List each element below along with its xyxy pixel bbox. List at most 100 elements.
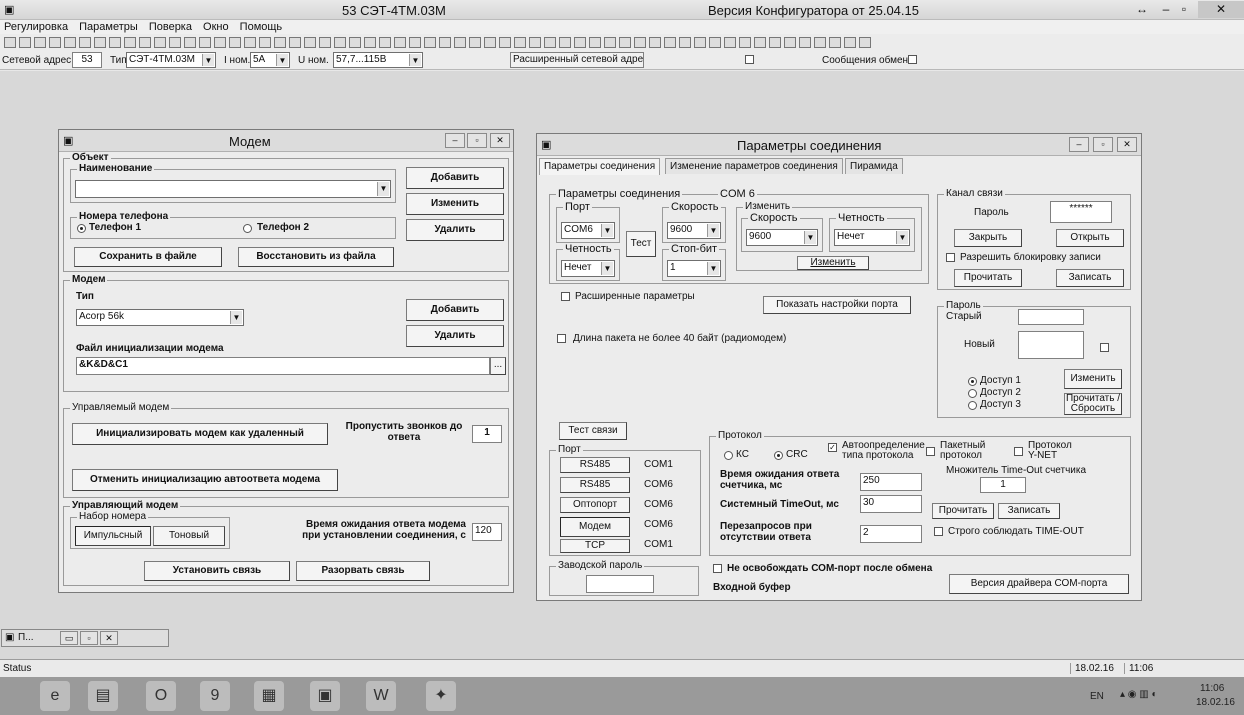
- init-remote-button[interactable]: Инициализировать модем как удаленный: [72, 423, 328, 445]
- toolbar-tool-icon[interactable]: [709, 36, 721, 48]
- maximize-icon[interactable]: ▫: [1093, 137, 1113, 152]
- tray-icons[interactable]: ▴ ◉ ▥ ◐: [1120, 689, 1158, 700]
- modem-type-select[interactable]: Acorp 56k ▼: [76, 309, 244, 326]
- change-button[interactable]: Изменить: [406, 193, 504, 215]
- port-rs485-1-button[interactable]: RS485: [560, 457, 630, 473]
- toolbar-tool-icon[interactable]: [559, 36, 571, 48]
- change-password-button[interactable]: Изменить: [1064, 369, 1122, 389]
- toolbar-tool-icon[interactable]: [634, 36, 646, 48]
- toolbar-tool-icon[interactable]: [694, 36, 706, 48]
- toolbar-tool-icon[interactable]: [49, 36, 61, 48]
- configurator-icon[interactable]: ✦: [426, 681, 456, 711]
- port-rs485-2-button[interactable]: RS485: [560, 477, 630, 493]
- old-password-field[interactable]: [1018, 309, 1084, 325]
- init-file-field[interactable]: &K&D&C1: [76, 357, 490, 375]
- tab-pyramid[interactable]: Пирамида: [845, 158, 903, 174]
- maximize-icon[interactable]: ▫: [80, 631, 98, 645]
- toolbar-tool-icon[interactable]: [109, 36, 121, 48]
- toolbar-tool-icon[interactable]: [769, 36, 781, 48]
- toolbar-tool-icon[interactable]: [844, 36, 856, 48]
- channel-open-button[interactable]: Открыть: [1056, 229, 1124, 247]
- ie-icon[interactable]: e: [40, 681, 70, 711]
- toolbar-tool-icon[interactable]: [259, 36, 271, 48]
- ext-address-button[interactable]: Расширенный сетевой адрес: [510, 52, 644, 68]
- pulse-button[interactable]: Импульсный: [75, 526, 151, 546]
- toolbar-tool-icon[interactable]: [139, 36, 151, 48]
- menu-item-window[interactable]: Окно: [199, 20, 233, 34]
- channel-read-button[interactable]: Прочитать: [954, 269, 1022, 287]
- tone-button[interactable]: Тоновый: [153, 526, 225, 546]
- ch-parity-select[interactable]: Нечет ▼: [834, 229, 910, 246]
- toolbar-tool-icon[interactable]: [124, 36, 136, 48]
- net-address-field[interactable]: 53: [72, 52, 102, 68]
- read-reset-button[interactable]: Прочитать / Сбросить: [1064, 393, 1122, 415]
- toolbar-tool-icon[interactable]: [619, 36, 631, 48]
- close-icon[interactable]: ✕: [490, 133, 510, 148]
- toolbar-tool-icon[interactable]: [604, 36, 616, 48]
- toolbar-tool-icon[interactable]: [514, 36, 526, 48]
- file-explorer-icon[interactable]: ▤: [88, 681, 118, 711]
- disconnect-button[interactable]: Разорвать связь: [296, 561, 430, 581]
- modem-add-button[interactable]: Добавить: [406, 299, 504, 321]
- skip-rings-field[interactable]: 1: [472, 425, 502, 443]
- channel-password-field[interactable]: ******: [1050, 201, 1112, 223]
- toolbar-tool-icon[interactable]: [349, 36, 361, 48]
- ch-speed-select[interactable]: 9600 ▼: [746, 229, 818, 246]
- toolbar-tool-icon[interactable]: [274, 36, 286, 48]
- toolbar-tool-icon[interactable]: [214, 36, 226, 48]
- phone2-radio[interactable]: [243, 224, 252, 233]
- timeout-mult-field[interactable]: 1: [980, 477, 1026, 493]
- exchange-messages-checkbox[interactable]: [908, 55, 917, 64]
- name-select[interactable]: ▼: [75, 180, 391, 198]
- calculator-icon[interactable]: ▦: [254, 681, 284, 711]
- add-button[interactable]: Добавить: [406, 167, 504, 189]
- unom-select[interactable]: 57,7...115В ▼: [333, 52, 423, 68]
- test-link-button[interactable]: Тест связи: [559, 422, 627, 440]
- menu-item-help[interactable]: Помощь: [236, 20, 287, 34]
- toolbar-tool-icon[interactable]: [319, 36, 331, 48]
- toolbar-tool-icon[interactable]: [364, 36, 376, 48]
- access2-radio[interactable]: [968, 389, 977, 398]
- toolbar-tool-icon[interactable]: [484, 36, 496, 48]
- wait-meter-field[interactable]: 250: [860, 473, 922, 491]
- toolbar-tool-icon[interactable]: [454, 36, 466, 48]
- toolbar-tool-icon[interactable]: [79, 36, 91, 48]
- port-modem-button[interactable]: Модем: [560, 517, 630, 537]
- toolbar-tool-icon[interactable]: [34, 36, 46, 48]
- toolbar-tool-icon[interactable]: [94, 36, 106, 48]
- autodetect-checkbox[interactable]: ✓: [828, 443, 837, 452]
- crc-radio[interactable]: [774, 451, 783, 460]
- toolbar-tool-icon[interactable]: [409, 36, 421, 48]
- cancel-autoanswer-button[interactable]: Отменить инициализацию автоответа модема: [72, 469, 338, 491]
- toolbar-tool-icon[interactable]: [304, 36, 316, 48]
- minimize-icon[interactable]: –: [1069, 137, 1089, 152]
- toolbar-tool-icon[interactable]: [289, 36, 301, 48]
- toolbar-tool-icon[interactable]: [229, 36, 241, 48]
- toolbar-tool-icon[interactable]: [724, 36, 736, 48]
- stopbits-select[interactable]: 1 ▼: [667, 260, 721, 277]
- show-password-checkbox[interactable]: [1100, 343, 1109, 352]
- parity-select[interactable]: Нечет ▼: [561, 260, 615, 277]
- access1-radio[interactable]: [968, 377, 977, 386]
- close-icon[interactable]: ✕: [100, 631, 118, 645]
- connect-button[interactable]: Установить связь: [144, 561, 290, 581]
- protocol-read-button[interactable]: Прочитать: [932, 503, 994, 519]
- toolbar-tool-icon[interactable]: [829, 36, 841, 48]
- save-to-file-button[interactable]: Сохранить в файле: [74, 247, 222, 267]
- word-icon[interactable]: W: [366, 681, 396, 711]
- close-button[interactable]: ✕: [1198, 1, 1244, 18]
- toolbar-tool-icon[interactable]: [19, 36, 31, 48]
- save-icon[interactable]: ▣: [310, 681, 340, 711]
- strict-timeout-checkbox[interactable]: [934, 527, 943, 536]
- allow-lock-checkbox[interactable]: [946, 253, 955, 262]
- toolbar-tool-icon[interactable]: [499, 36, 511, 48]
- tray-language[interactable]: EN: [1090, 691, 1104, 702]
- tab-connection-params[interactable]: Параметры соединения: [539, 158, 661, 175]
- speed-select[interactable]: 9600 ▼: [667, 222, 721, 239]
- toolbar-tool-icon[interactable]: [739, 36, 751, 48]
- toolbar-tool-icon[interactable]: [379, 36, 391, 48]
- minimized-window[interactable]: ▣ П... ▭ ▫ ✕: [1, 629, 169, 647]
- toolbar-tool-icon[interactable]: [574, 36, 586, 48]
- port-tcp-button[interactable]: TCP: [560, 539, 630, 553]
- toolbar-tool-icon[interactable]: [4, 36, 16, 48]
